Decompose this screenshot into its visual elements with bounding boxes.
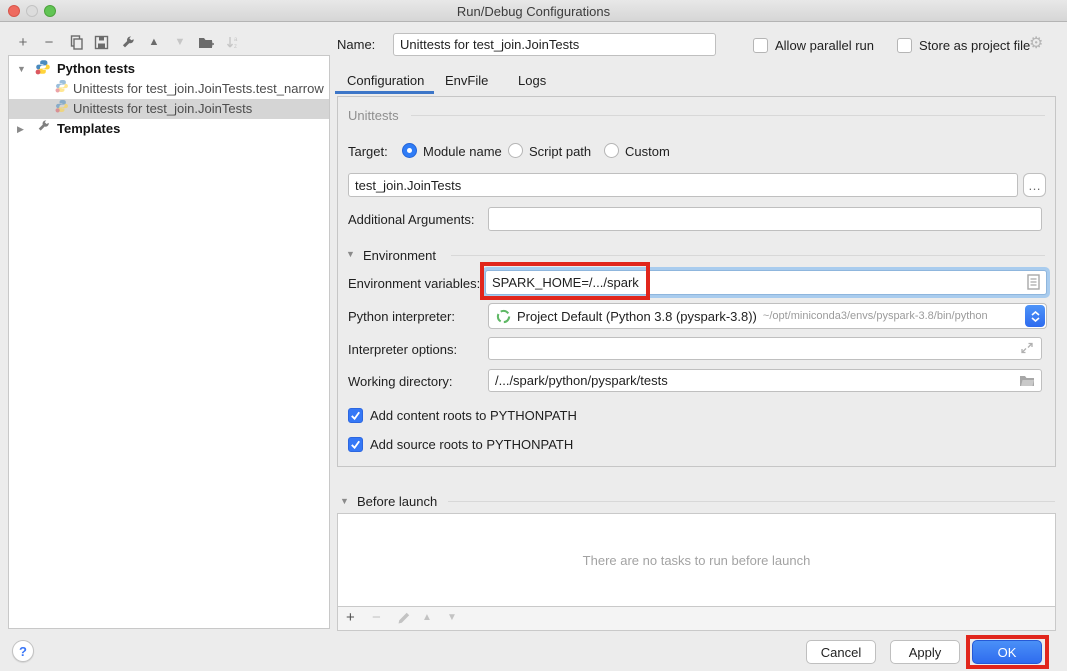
tree-item-python-tests[interactable]: ▼ Python tests — [9, 59, 329, 79]
run-configurations-tree: ▼ Python tests Unittests for test_join.J… — [8, 55, 330, 629]
add-icon[interactable]: + — [14, 33, 32, 51]
window-title: Run/Debug Configurations — [0, 4, 1067, 19]
additional-arguments-input[interactable] — [488, 207, 1042, 231]
python-interpreter-path: ~/opt/miniconda3/envs/pyspark-3.8/bin/py… — [763, 310, 988, 322]
before-launch-header[interactable]: Before launch — [357, 494, 437, 509]
combo-stepper-icon[interactable] — [1025, 305, 1045, 327]
svg-text:a: a — [234, 37, 238, 43]
working-directory-input[interactable] — [488, 369, 1042, 392]
interpreter-options-label: Interpreter options: — [348, 342, 457, 357]
name-input[interactable] — [393, 33, 716, 56]
tree-item-label: Python tests — [57, 59, 135, 79]
radio-script-path[interactable] — [508, 143, 523, 158]
python-interpreter-combo[interactable]: Project Default (Python 3.8 (pyspark-3.8… — [488, 303, 1047, 329]
python-test-icon — [55, 79, 71, 95]
allow-parallel-run-label: Allow parallel run — [775, 38, 874, 53]
environment-header[interactable]: Environment — [363, 248, 436, 263]
save-icon[interactable] — [92, 33, 110, 51]
radio-module-name-label[interactable]: Module name — [423, 144, 502, 159]
environment-variables-input[interactable] — [485, 270, 1047, 295]
tree-item-unittests-jointests[interactable]: Unittests for test_join.JoinTests — [9, 99, 329, 119]
expand-triangle-icon[interactable]: ▶ — [17, 119, 24, 139]
module-name-input[interactable] — [348, 173, 1018, 197]
tree-item-unittests-narrow[interactable]: Unittests for test_join.JoinTests.test_n… — [9, 79, 329, 99]
radio-script-path-label[interactable]: Script path — [529, 144, 591, 159]
title-bar: Run/Debug Configurations — [0, 0, 1067, 22]
before-launch-empty-text: There are no tasks to run before launch — [583, 553, 811, 568]
environment-divider — [451, 255, 1045, 256]
remove-task-icon: − — [372, 609, 381, 626]
new-folder-icon[interactable] — [197, 33, 215, 51]
tree-item-label: Unittests for test_join.JoinTests — [73, 99, 252, 119]
working-directory-label: Working directory: — [348, 374, 453, 389]
browse-more-button[interactable]: … — [1023, 173, 1046, 197]
python-interpreter-value: Project Default (Python 3.8 (pyspark-3.8… — [517, 309, 757, 324]
env-vars-focus-ring — [482, 267, 1050, 298]
expand-field-icon[interactable] — [1020, 341, 1034, 360]
add-content-roots-label[interactable]: Add content roots to PYTHONPATH — [370, 408, 577, 423]
before-launch-toolbar: + − ▲ ▼ — [337, 607, 1056, 631]
before-launch-task-list: There are no tasks to run before launch — [337, 513, 1056, 607]
tree-item-label: Unittests for test_join.JoinTests.test_n… — [73, 79, 324, 99]
store-as-project-file-checkbox[interactable] — [897, 38, 912, 53]
tab-logs[interactable]: Logs — [518, 73, 546, 88]
unittests-group-title: Unittests — [348, 108, 399, 123]
python-test-icon — [55, 99, 71, 115]
store-as-project-file-label: Store as project file — [919, 38, 1030, 53]
copy-icon[interactable] — [66, 33, 84, 51]
ok-button[interactable]: OK — [972, 640, 1042, 664]
wrench-icon — [36, 119, 52, 135]
cancel-button[interactable]: Cancel — [806, 640, 876, 664]
name-label: Name: — [337, 37, 375, 52]
svg-text:z: z — [234, 44, 237, 50]
move-task-up-icon: ▲ — [422, 612, 432, 623]
conda-environment-icon — [496, 309, 511, 324]
allow-parallel-run-checkbox[interactable] — [753, 38, 768, 53]
move-task-down-icon: ▼ — [447, 612, 457, 623]
radio-custom-label[interactable]: Custom — [625, 144, 670, 159]
add-task-icon[interactable]: + — [346, 609, 355, 626]
group-divider — [411, 115, 1045, 116]
folder-icon[interactable] — [1019, 373, 1035, 392]
environment-collapse-icon[interactable]: ▼ — [346, 249, 355, 259]
tree-item-label: Templates — [57, 119, 120, 139]
configuration-panel: Unittests Target: Module name Script pat… — [337, 96, 1056, 467]
radio-module-name[interactable] — [402, 143, 417, 158]
edit-task-pencil-icon — [397, 611, 411, 630]
add-source-roots-checkbox[interactable] — [348, 437, 363, 452]
edit-defaults-wrench-icon[interactable] — [118, 33, 136, 51]
environment-variables-label: Environment variables: — [348, 276, 480, 291]
python-interpreter-label: Python interpreter: — [348, 309, 455, 324]
collapse-triangle-icon[interactable]: ▼ — [17, 59, 26, 79]
interpreter-options-input[interactable] — [488, 337, 1042, 360]
add-content-roots-checkbox[interactable] — [348, 408, 363, 423]
move-down-icon: ▼ — [171, 33, 189, 51]
help-button[interactable]: ? — [12, 640, 34, 662]
add-source-roots-label[interactable]: Add source roots to PYTHONPATH — [370, 437, 573, 452]
tab-configuration[interactable]: Configuration — [347, 73, 424, 88]
tab-envfile[interactable]: EnvFile — [445, 73, 488, 88]
target-label: Target: — [348, 144, 388, 159]
apply-button[interactable]: Apply — [890, 640, 960, 664]
move-up-icon[interactable]: ▲ — [145, 33, 163, 51]
tree-item-templates[interactable]: ▶ Templates — [9, 119, 329, 139]
gear-icon[interactable]: ⚙ — [1029, 33, 1043, 53]
before-launch-collapse-icon[interactable]: ▼ — [340, 496, 349, 506]
before-launch-divider — [448, 501, 1055, 502]
sort-alphabetically-icon: az — [224, 33, 242, 51]
env-vars-list-icon[interactable] — [1027, 274, 1040, 295]
active-tab-underline — [335, 91, 434, 94]
radio-custom[interactable] — [604, 143, 619, 158]
remove-icon[interactable]: − — [40, 33, 58, 51]
python-tests-icon — [35, 59, 51, 75]
additional-arguments-label: Additional Arguments: — [348, 212, 474, 227]
